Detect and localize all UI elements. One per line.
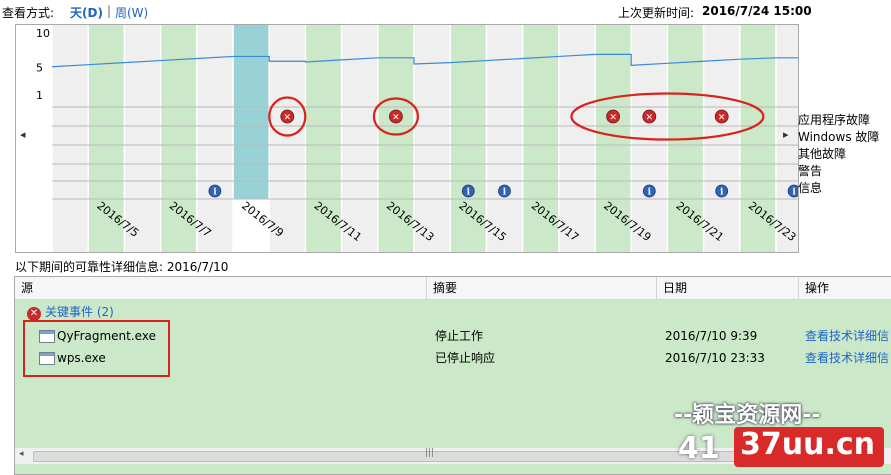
information-glyph: i [503, 188, 507, 198]
view-toolbar: 查看方式: 天(D) | 周(W) 上次更新时间: 2016/7/24 15:0… [0, 0, 891, 22]
app-failure-glyph: ✕ [392, 113, 400, 123]
watermark-domain: 37uu.cn [740, 427, 875, 462]
column-action[interactable]: 操作 [799, 277, 891, 299]
column-date[interactable]: 日期 [657, 277, 799, 299]
row-summary: 停止工作 [435, 329, 484, 343]
day-column[interactable] [52, 25, 89, 252]
day-column[interactable] [196, 25, 233, 252]
category-label: 其他故障 [798, 147, 847, 161]
last-update-label: 上次更新时间: [618, 6, 695, 20]
y-tick-label: 5 [36, 61, 43, 74]
reliability-chart-svg: 1051✕ ✕ ✕ ✕ ✕i i i i i i2016/7/5 2016/7/7 2016/7/9 2… [36, 25, 798, 252]
watermark: --颖宝资源网-- 41 37uu.cn [640, 393, 891, 473]
category-label: 信息 [798, 181, 823, 195]
view-week-link[interactable]: 周(W) [115, 4, 148, 21]
y-tick-label: 10 [36, 27, 50, 40]
scroll-grip-icon: ||| [425, 448, 435, 458]
app-failure-glyph: ✕ [284, 113, 292, 123]
critical-error-icon: ✕ [27, 305, 41, 321]
information-glyph: i [467, 188, 471, 198]
sort-caret-icon: ⌃ [720, 276, 728, 281]
chart-prev-arrow[interactable]: ◂ [20, 128, 26, 141]
day-column[interactable] [124, 25, 161, 252]
information-glyph: i [648, 188, 652, 198]
app-failure-glyph: ✕ [646, 113, 654, 123]
day-column[interactable] [558, 25, 595, 252]
information-glyph: i [213, 188, 217, 198]
view-mode-label: 查看方式: [2, 6, 55, 20]
watermark-title: --颖宝资源网-- [674, 403, 821, 428]
view-day-link[interactable]: 天(D) [70, 4, 103, 21]
row-date: 2016/7/10 23:33 [665, 351, 765, 365]
details-title: 以下期间的可靠性详细信息: 2016/7/10 [15, 260, 229, 274]
view-separator: | [107, 4, 112, 18]
information-glyph: i [720, 188, 724, 198]
scroll-left-icon[interactable]: ◂ [19, 449, 24, 459]
app-failure-glyph: ✕ [609, 113, 617, 123]
category-label: Windows 故障 [798, 130, 880, 144]
column-source[interactable]: 源 [15, 277, 427, 299]
category-label: 应用程序故障 [798, 113, 871, 127]
chart-next-arrow[interactable]: ▸ [783, 128, 789, 141]
y-tick-label: 1 [36, 89, 43, 102]
last-update-value: 2016/7/24 15:00 [702, 4, 812, 18]
row-summary: 已停止响应 [435, 351, 496, 365]
information-glyph: i [792, 188, 796, 198]
app-failure-glyph: ✕ [718, 113, 726, 123]
row-date: 2016/7/10 9:39 [665, 329, 758, 343]
day-column[interactable] [269, 25, 306, 252]
selected-day-column[interactable] [233, 25, 270, 199]
highlight-box [23, 320, 170, 377]
row-action-link[interactable]: 查看技术详细信 [805, 325, 889, 347]
category-label: 警告 [798, 164, 823, 178]
reliability-chart[interactable]: 10 5 1 ✕ ✕ ✕ ✕ ✕ i i i i i i 2016/7/5 2016/7/7 2016/7/9 2… [15, 24, 799, 253]
watermark-number: 41 [678, 431, 720, 466]
row-action-link[interactable]: 查看技术详细信 [805, 347, 889, 369]
day-column[interactable] [414, 25, 451, 252]
column-summary[interactable]: 摘要 [427, 277, 657, 299]
table-header: 源 摘要 日期 ⌃ 操作 [15, 277, 891, 300]
